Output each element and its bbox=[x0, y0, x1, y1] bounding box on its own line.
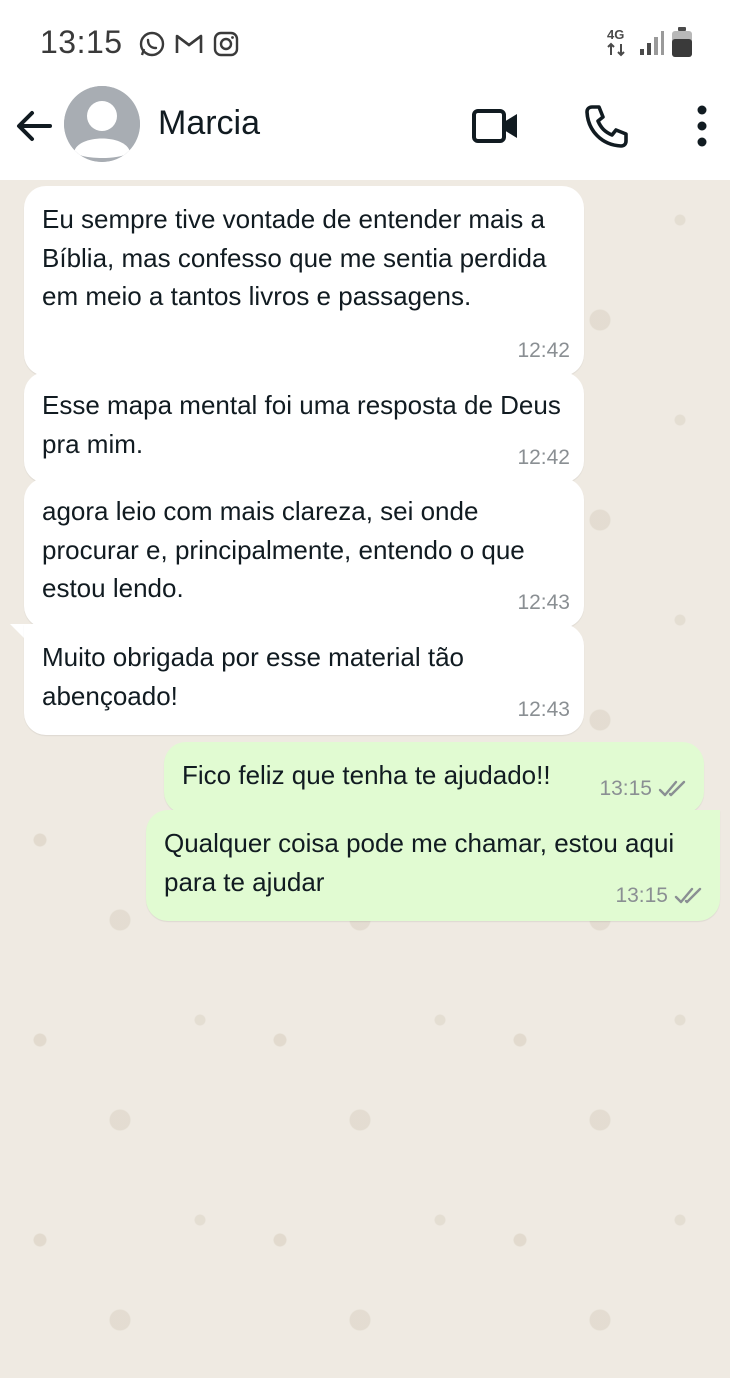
more-options-button[interactable] bbox=[674, 98, 730, 154]
message-time: 13:15 bbox=[615, 883, 668, 907]
message-time: 12:42 bbox=[517, 445, 570, 469]
message-meta: 12:43 bbox=[517, 691, 570, 730]
message-time: 12:43 bbox=[517, 590, 570, 614]
message-meta: 12:43 bbox=[517, 584, 570, 623]
message-text: Eu sempre tive vontade de entender mais … bbox=[42, 204, 547, 311]
message-outgoing[interactable]: Fico feliz que tenha te ajudado!! 13:15 bbox=[164, 742, 704, 814]
message-outgoing[interactable]: Qualquer coisa pode me chamar, estou aqu… bbox=[146, 810, 720, 921]
video-call-icon bbox=[472, 109, 517, 143]
message-time: 12:42 bbox=[517, 338, 570, 362]
network-4g-icon: 4G bbox=[606, 26, 632, 63]
message-incoming[interactable]: agora leio com mais clareza, sei onde pr… bbox=[24, 478, 584, 628]
gmail-icon bbox=[174, 31, 204, 57]
svg-text:4G: 4G bbox=[607, 27, 624, 42]
signal-icon bbox=[638, 27, 664, 62]
whatsapp-icon bbox=[138, 30, 166, 58]
message-meta: 12:42 bbox=[517, 439, 570, 478]
status-time: 13:15 bbox=[40, 24, 123, 60]
instagram-icon bbox=[212, 30, 240, 58]
double-check-icon bbox=[674, 887, 702, 903]
message-incoming[interactable]: Esse mapa mental foi uma resposta de Deu… bbox=[24, 372, 584, 483]
message-time: 13:15 bbox=[599, 776, 652, 800]
message-meta: 13:15 bbox=[615, 877, 706, 916]
message-text: agora leio com mais clareza, sei onde pr… bbox=[42, 496, 525, 603]
avatar[interactable] bbox=[64, 86, 140, 162]
more-vert-icon bbox=[697, 105, 707, 147]
contact-name[interactable]: Marcia bbox=[158, 104, 260, 143]
default-avatar-icon bbox=[64, 86, 140, 162]
message-meta: 13:15 bbox=[599, 770, 690, 809]
message-time: 12:43 bbox=[517, 697, 570, 721]
voice-call-icon bbox=[585, 105, 628, 148]
message-incoming[interactable]: Muito obrigada por esse material tão abe… bbox=[24, 624, 584, 735]
voice-call-button[interactable] bbox=[578, 98, 634, 154]
chat-area[interactable]: Eu sempre tive vontade de entender mais … bbox=[0, 180, 730, 1380]
message-incoming[interactable]: Eu sempre tive vontade de entender mais … bbox=[24, 186, 584, 376]
double-check-icon bbox=[658, 780, 686, 796]
back-button[interactable] bbox=[12, 104, 56, 148]
video-call-button[interactable] bbox=[468, 98, 524, 154]
message-text: Esse mapa mental foi uma resposta de Deu… bbox=[42, 390, 561, 459]
notification-icons bbox=[138, 30, 240, 58]
message-text: Muito obrigada por esse material tão abe… bbox=[42, 642, 465, 711]
arrow-left-icon bbox=[17, 111, 52, 141]
message-meta: 12:42 bbox=[517, 332, 570, 371]
battery-icon bbox=[670, 26, 694, 63]
system-status: 4G bbox=[606, 26, 694, 63]
chat-header: Marcia bbox=[0, 86, 730, 180]
status-bar: 13:15 4G bbox=[0, 0, 730, 86]
